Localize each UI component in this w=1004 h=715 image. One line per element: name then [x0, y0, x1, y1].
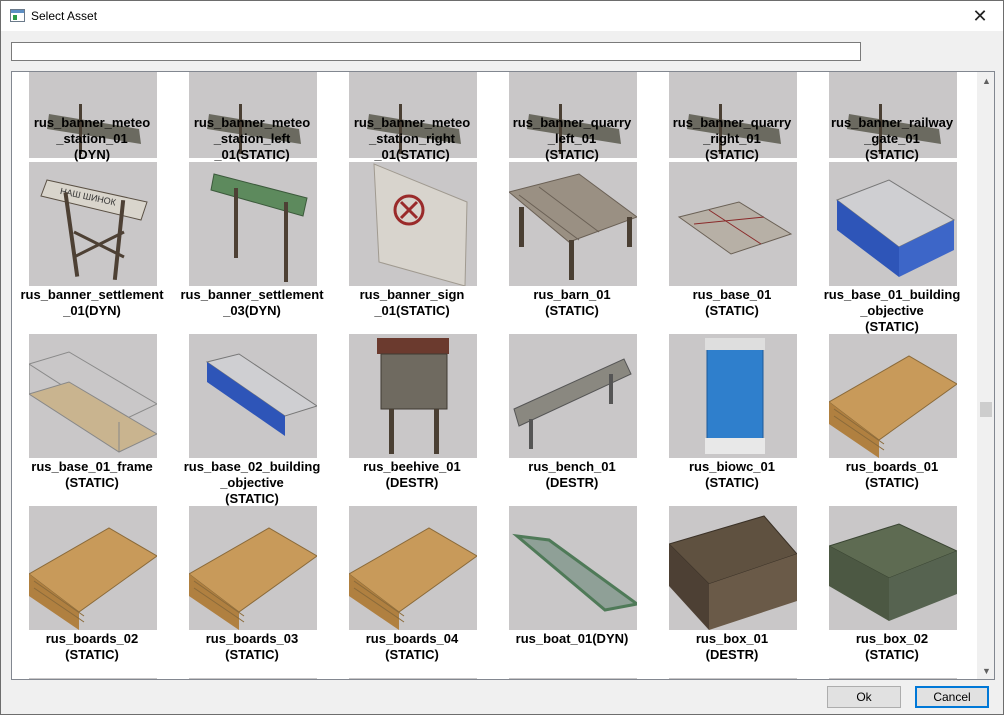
boards-icon [349, 506, 477, 630]
asset-label: rus_bench_01 (DESTR) [528, 459, 616, 490]
boat-icon [509, 506, 637, 630]
vertical-scrollbar[interactable]: ▲ ▼ [977, 72, 994, 679]
blue-building-icon [829, 162, 957, 286]
green-crate-icon [829, 506, 957, 630]
scroll-up-arrow-icon[interactable]: ▲ [978, 72, 994, 89]
barn-icon [509, 162, 637, 286]
beehive-icon [349, 334, 477, 458]
asset-label: rus_banner_settlement _01(DYN) [20, 287, 164, 318]
building-frame-icon [29, 334, 157, 458]
portable-toilet-icon [669, 334, 797, 458]
asset-label: rus_barn_01 (STATIC) [533, 287, 611, 318]
asset-label: rus_banner_quarry _left_01 (STATIC) [512, 115, 632, 162]
close-button[interactable]: ✕ [957, 1, 1003, 31]
asset-label: rus_boards_02 (STATIC) [45, 631, 139, 662]
asset-label: rus_box_01 (DESTR) [695, 631, 769, 662]
asset-thumbnail-partial[interactable] [669, 678, 797, 679]
asset-thumbnail-partial[interactable] [509, 678, 637, 679]
ok-button[interactable]: Ok [827, 686, 901, 708]
sign-board-icon [349, 162, 477, 286]
boards-icon [29, 506, 157, 630]
settlement-sign-icon: НАШ ШИНОК [29, 162, 157, 286]
asset-label: rus_boards_03 (STATIC) [205, 631, 299, 662]
boards-icon [829, 334, 957, 458]
asset-label: rus_boards_04 (STATIC) [365, 631, 459, 662]
bench-icon [509, 334, 637, 458]
asset-grid-content: rus_banner_meteo _station_01 (DYN) rus_b… [12, 72, 978, 679]
search-input[interactable] [11, 42, 861, 61]
asset-grid: rus_banner_meteo _station_01 (DYN) rus_b… [11, 71, 995, 680]
base-foundation-icon [669, 162, 797, 286]
asset-label: rus_boards_01 (STATIC) [845, 459, 939, 490]
settlement-sign-green-icon [189, 162, 317, 286]
asset-thumbnail-partial[interactable] [29, 678, 157, 679]
asset-label: rus_base_02_building _objective (STATIC) [183, 459, 321, 506]
asset-label: rus_base_01_frame (STATIC) [31, 459, 153, 490]
title-bar: Select Asset ✕ [1, 1, 1003, 31]
app-window-icon [10, 9, 25, 22]
asset-label: rus_boat_01(DYN) [515, 631, 629, 646]
asset-label: rus_box_02 (STATIC) [855, 631, 929, 662]
asset-thumbnail-partial[interactable] [189, 678, 317, 679]
window-title: Select Asset [31, 9, 98, 23]
blue-building-long-icon [189, 334, 317, 458]
asset-label: rus_banner_settlement _03(DYN) [180, 287, 324, 318]
wooden-crate-icon [669, 506, 797, 630]
boards-icon [189, 506, 317, 630]
scroll-down-arrow-icon[interactable]: ▼ [978, 662, 994, 679]
asset-label: rus_banner_meteo _station_left _01(STATI… [193, 115, 311, 162]
select-asset-dialog: Select Asset ✕ rus_banner_meteo _station… [0, 0, 1004, 715]
asset-label: rus_biowc_01 (STATIC) [689, 459, 775, 490]
asset-label: rus_beehive_01 (DESTR) [363, 459, 461, 490]
cancel-button[interactable]: Cancel [915, 686, 989, 708]
asset-label: rus_base_01 (STATIC) [692, 287, 772, 318]
asset-label: rus_banner_meteo _station_right _01(STAT… [353, 115, 471, 162]
asset-label: rus_base_01_building _objective (STATIC) [823, 287, 961, 334]
asset-label: rus_banner_railway _gate_01 (STATIC) [830, 115, 954, 162]
asset-label: rus_banner_sign _01(STATIC) [359, 287, 465, 318]
asset-label: rus_banner_meteo _station_01 (DYN) [33, 115, 151, 162]
asset-thumbnail-partial[interactable] [829, 678, 957, 679]
scroll-thumb[interactable] [980, 402, 992, 417]
asset-thumbnail-partial[interactable] [349, 678, 477, 679]
asset-label: rus_banner_quarry _right_01 (STATIC) [672, 115, 792, 162]
